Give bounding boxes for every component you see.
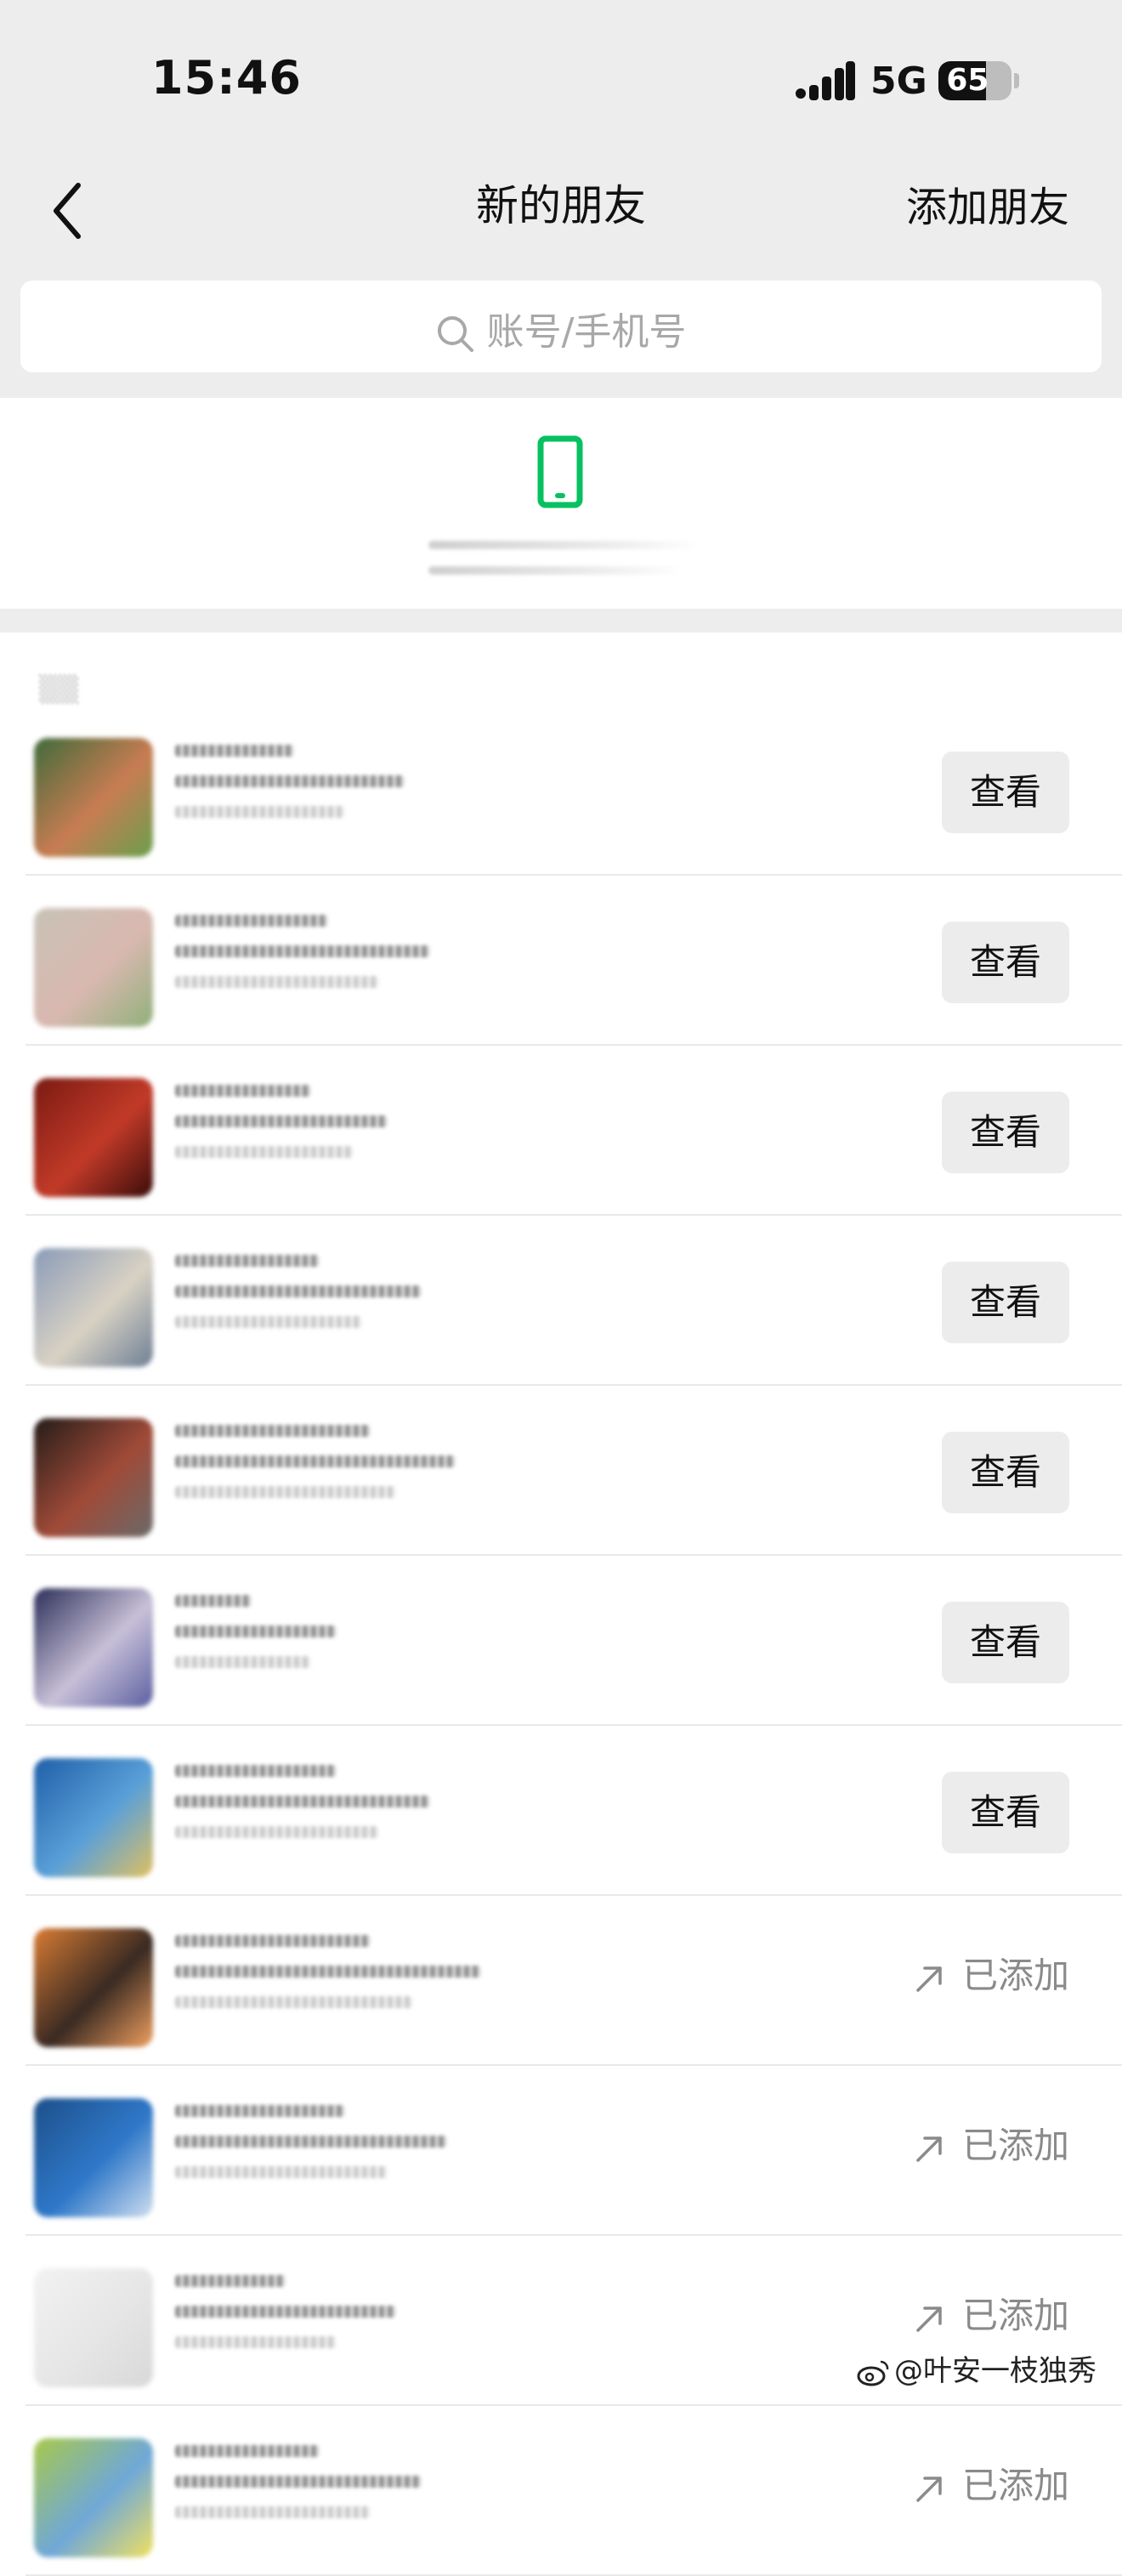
blurred-text bbox=[175, 1935, 371, 1947]
phone-contacts-entry[interactable] bbox=[0, 400, 1122, 609]
blurred-text bbox=[175, 1826, 379, 1838]
added-label: 已添加 bbox=[961, 1955, 1069, 1996]
signal-icon bbox=[796, 61, 855, 100]
watermark-text: @叶安一枝独秀 bbox=[894, 2354, 1096, 2388]
search-input[interactable]: 账号/手机号 bbox=[20, 281, 1102, 372]
added-status: 已添加 bbox=[913, 1947, 1069, 1999]
blurred-text bbox=[175, 2306, 396, 2318]
list-item[interactable]: 已添加 bbox=[0, 2406, 1122, 2576]
avatar bbox=[34, 738, 153, 857]
blurred-text bbox=[175, 1765, 337, 1777]
blurred-text bbox=[175, 1486, 396, 1498]
blurred-text bbox=[175, 2506, 371, 2518]
arrow-up-right-icon bbox=[916, 2136, 942, 2162]
blurred-text bbox=[175, 1656, 311, 1668]
weibo-icon bbox=[857, 2360, 889, 2386]
list-item[interactable]: 已添加 bbox=[0, 1896, 1122, 2066]
search-placeholder-row: 账号/手机号 bbox=[20, 301, 1102, 355]
avatar bbox=[34, 1418, 153, 1537]
blurred-text bbox=[175, 1626, 337, 1637]
added-status: 已添加 bbox=[913, 2117, 1069, 2169]
avatar bbox=[34, 1758, 153, 1877]
avatar bbox=[34, 1078, 153, 1197]
added-label: 已添加 bbox=[961, 2295, 1069, 2336]
avatar bbox=[34, 1928, 153, 2047]
view-button[interactable]: 查看 bbox=[942, 1432, 1069, 1513]
blurred-text bbox=[175, 1425, 371, 1437]
blurred-text bbox=[175, 945, 430, 957]
header-area: 15:46 5G 65 新的朋友 添加朋友 账号/手机号 bbox=[0, 0, 1122, 398]
section-gap bbox=[0, 609, 1122, 633]
battery-icon: 65 bbox=[938, 61, 1012, 100]
avatar bbox=[34, 1248, 153, 1367]
status-time: 15:46 bbox=[151, 51, 302, 105]
blurred-text bbox=[175, 976, 379, 988]
list-item[interactable]: 查看 bbox=[0, 1046, 1122, 1216]
status-bar: 15:46 5G 65 bbox=[0, 0, 1122, 162]
section-header-blurred: ▒▒ bbox=[39, 675, 79, 705]
blurred-text bbox=[175, 2445, 320, 2457]
network-type: 5G bbox=[870, 60, 927, 103]
blurred-label bbox=[428, 541, 700, 549]
blurred-text bbox=[175, 806, 345, 818]
list-item[interactable]: 查看 bbox=[0, 876, 1122, 1046]
added-status: 已添加 bbox=[913, 2457, 1069, 2509]
search-placeholder: 账号/手机号 bbox=[486, 310, 687, 354]
avatar bbox=[34, 2268, 153, 2387]
blurred-text bbox=[175, 1595, 252, 1607]
blurred-text bbox=[175, 775, 405, 787]
added-label: 已添加 bbox=[961, 2125, 1069, 2166]
blurred-text bbox=[175, 1966, 481, 1977]
blurred-text bbox=[175, 2166, 388, 2178]
blurred-text bbox=[175, 2476, 422, 2488]
added-status: 已添加 bbox=[913, 2287, 1069, 2339]
blurred-text bbox=[175, 1085, 311, 1097]
view-button[interactable]: 查看 bbox=[942, 922, 1069, 1003]
arrow-up-right-icon bbox=[916, 2306, 942, 2332]
list-item[interactable]: 查看 bbox=[0, 1216, 1122, 1386]
friend-request-list: ▒▒ 查看 查看 查看 查看 查看 查看 查看 已添加 已添加 已添加 已添加 bbox=[0, 633, 1122, 2576]
nav-bar: 新的朋友 添加朋友 bbox=[0, 162, 1122, 272]
blurred-text bbox=[175, 2336, 337, 2348]
list-item[interactable]: 查看 bbox=[0, 706, 1122, 876]
view-button[interactable]: 查看 bbox=[942, 1602, 1069, 1683]
blurred-text bbox=[175, 1996, 413, 2008]
avatar bbox=[34, 908, 153, 1027]
arrow-up-right-icon bbox=[916, 1966, 942, 1992]
blurred-text bbox=[175, 1796, 430, 1807]
view-button[interactable]: 查看 bbox=[942, 1772, 1069, 1853]
view-button[interactable]: 查看 bbox=[942, 752, 1069, 833]
avatar bbox=[34, 1588, 153, 1707]
list-item[interactable]: 查看 bbox=[0, 1386, 1122, 1556]
arrow-up-right-icon bbox=[916, 2476, 942, 2502]
blurred-text bbox=[175, 2136, 447, 2148]
blurred-text bbox=[175, 2105, 345, 2117]
blurred-text bbox=[175, 2275, 286, 2287]
added-label: 已添加 bbox=[961, 2465, 1069, 2506]
blurred-text bbox=[175, 1115, 388, 1127]
view-button[interactable]: 查看 bbox=[942, 1262, 1069, 1343]
phone-icon bbox=[537, 435, 583, 508]
blurred-text bbox=[175, 1146, 354, 1158]
list-item[interactable]: 已添加 bbox=[0, 2066, 1122, 2236]
blurred-text bbox=[175, 1255, 320, 1267]
add-friend-button[interactable]: 添加朋友 bbox=[906, 173, 1069, 233]
blurred-text bbox=[175, 1316, 362, 1328]
list-item[interactable]: 查看 bbox=[0, 1556, 1122, 1726]
blurred-text bbox=[175, 915, 328, 927]
search-icon bbox=[437, 316, 473, 352]
view-button[interactable]: 查看 bbox=[942, 1092, 1069, 1173]
avatar bbox=[34, 2438, 153, 2557]
watermark: @叶安一枝独秀 bbox=[857, 2347, 1096, 2389]
battery-cap bbox=[1014, 73, 1019, 88]
list-item[interactable]: 查看 bbox=[0, 1726, 1122, 1896]
avatar bbox=[34, 2098, 153, 2217]
battery-level: 65 bbox=[946, 63, 989, 98]
blurred-text bbox=[175, 1455, 456, 1467]
blurred-text bbox=[175, 1285, 422, 1297]
blurred-label bbox=[428, 566, 683, 575]
blurred-text bbox=[175, 745, 294, 757]
